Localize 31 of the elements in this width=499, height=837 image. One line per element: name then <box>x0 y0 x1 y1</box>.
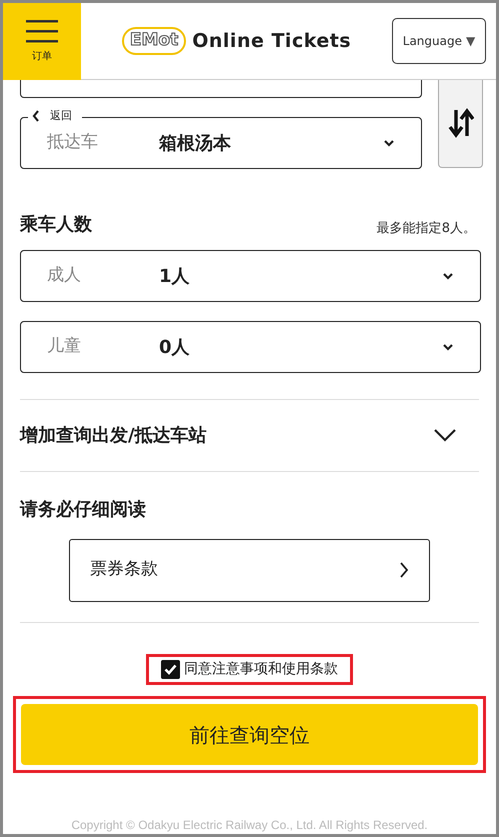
field-value: 0人 <box>159 336 191 360</box>
swap-button[interactable] <box>438 79 483 168</box>
terms-link-button[interactable]: 票券条款 <box>69 538 430 602</box>
section-heading: 乘车人数 <box>20 213 92 237</box>
logo-badge: EMot <box>122 27 186 55</box>
chevron-down-icon <box>433 428 457 442</box>
select-field[interactable]: 儿童 0人 <box>20 321 481 373</box>
limit-note: 最多能指定8人。 <box>376 220 476 238</box>
chevron-down-icon <box>383 139 395 147</box>
search-button[interactable]: 前往查询空位 <box>21 704 478 766</box>
menu-button[interactable]: 订单 <box>3 3 81 80</box>
menu-icon <box>26 18 58 42</box>
field-label: 抵达车 <box>47 131 99 154</box>
field-value: 箱根汤本 <box>159 132 232 156</box>
chevron-left-icon <box>32 110 40 122</box>
chevron-down-icon <box>442 272 454 280</box>
chevron-right-icon <box>399 561 409 580</box>
expand-row[interactable]: 增加查询出发/抵达车站 <box>20 400 479 471</box>
language-button[interactable]: Language ▼ <box>392 18 486 64</box>
section-heading: 请务必仔细阅读 <box>20 498 147 522</box>
back-button[interactable]: 返回 <box>28 107 82 125</box>
field-value: 1人 <box>159 264 191 288</box>
swap-arrows-icon <box>448 108 474 138</box>
chevron-down-icon <box>442 343 454 351</box>
copyright-text: Copyright © Odakyu Electric Railway Co., Ltd. All Rights Reserved. <box>71 817 428 834</box>
field-label: 儿童 <box>47 335 82 358</box>
agree-checkbox[interactable]: 同意注意事项和使用条款 <box>161 658 338 680</box>
field-label: 成人 <box>47 264 82 288</box>
site-title: Online Tickets <box>192 28 352 54</box>
select-field[interactable]: 成人 1人 <box>20 250 481 302</box>
select-field[interactable] <box>20 79 422 98</box>
